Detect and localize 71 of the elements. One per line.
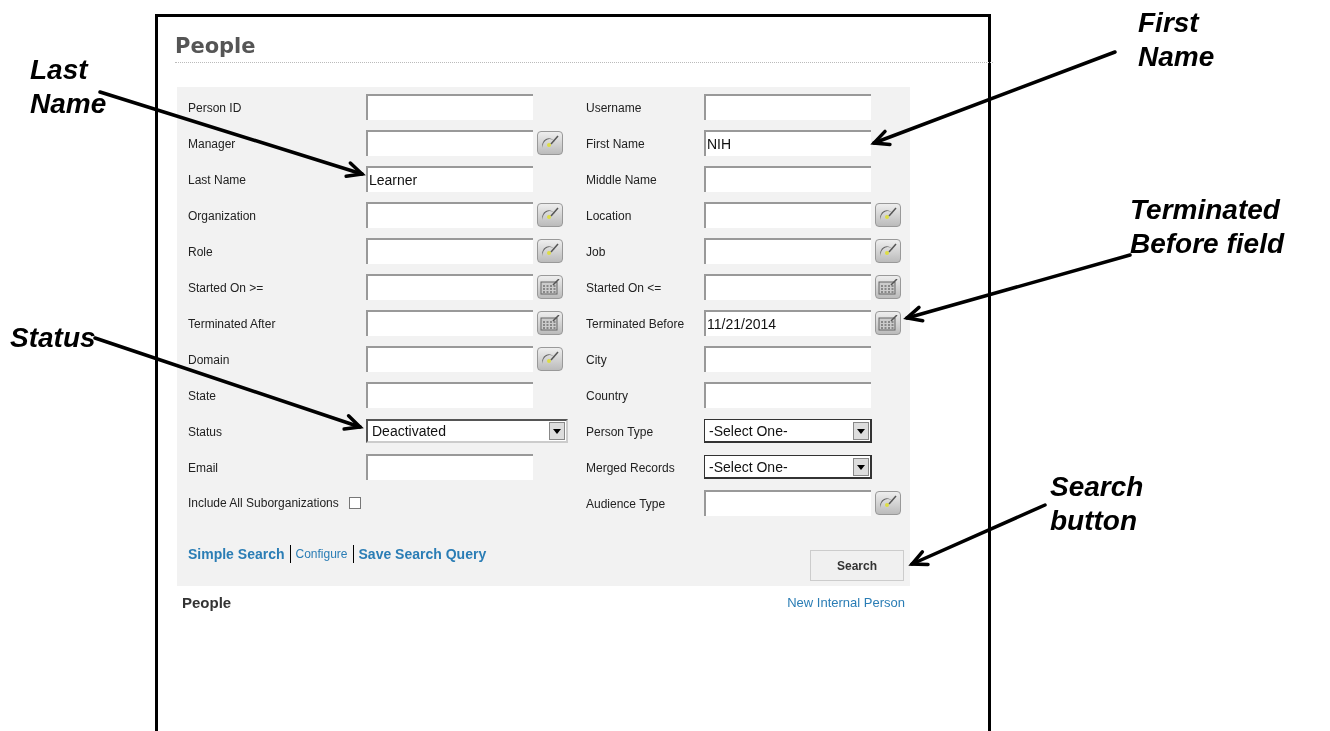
section-title: People [182,594,232,611]
field-label: Country [586,389,629,403]
field-label: Person ID [188,101,242,115]
input-field[interactable] [366,454,533,480]
input-field[interactable] [704,490,871,516]
field-label: Role [188,245,213,259]
dropdown[interactable]: -Select One- [704,419,872,443]
input-field[interactable]: NIH [704,130,871,156]
input-field[interactable]: Learner [366,166,533,192]
link[interactable]: Simple Search [188,546,285,562]
field-label: Terminated Before [586,317,685,331]
link[interactable]: Save Search Query [358,546,487,562]
link[interactable]: Configure [295,547,348,561]
calendar-icon[interactable] [875,275,901,299]
field-label: Started On <= [586,281,662,295]
callout-text: Status [10,321,96,355]
new-person-link[interactable]: New Internal Person [787,595,905,610]
calendar-icon[interactable] [537,275,563,299]
input-field[interactable] [366,346,533,372]
picker-icon[interactable] [537,203,563,227]
picker-icon[interactable] [875,203,901,227]
calendar-icon[interactable] [875,311,901,335]
input-field[interactable] [704,274,871,300]
field-label: Merged Records [586,461,675,475]
field-label: Terminated After [188,317,276,331]
input-field[interactable] [366,382,533,408]
field-label: Manager [188,137,236,151]
field-label: Username [586,101,642,115]
field-label: First Name [586,137,645,151]
input-field[interactable] [704,94,871,120]
input-field[interactable] [366,310,533,336]
search-button[interactable]: Search [810,550,904,581]
field-label: Organization [188,209,257,223]
calendar-icon[interactable] [537,311,563,335]
dropdown[interactable]: Deactivated [366,419,568,443]
field-label: Job [586,245,606,259]
field-label: Email [188,461,218,475]
input-field[interactable] [366,94,533,120]
input-field[interactable] [704,382,871,408]
input-field[interactable] [366,130,533,156]
field-label: City [586,353,607,367]
input-field[interactable] [366,238,533,264]
input-field[interactable] [704,238,871,264]
field-label: Last Name [188,173,247,187]
callout-text: Last Name [30,53,108,121]
field-label: Location [586,209,632,223]
picker-icon[interactable] [537,131,563,155]
field-label: Domain [188,353,230,367]
dropdown[interactable]: -Select One- [704,455,872,479]
picker-icon[interactable] [537,239,563,263]
input-field[interactable] [704,166,871,192]
field-label: Middle Name [586,173,657,187]
input-field[interactable] [704,202,871,228]
picker-icon[interactable] [875,491,901,515]
callout-text: First Name [1138,6,1216,74]
checkbox[interactable] [348,497,361,509]
input-field[interactable] [366,274,533,300]
picker-icon[interactable] [537,347,563,371]
input-field[interactable]: 11/21/2014 [704,310,871,336]
input-field[interactable] [366,202,533,228]
callout-text: Terminated Before field [1130,193,1286,261]
picker-icon[interactable] [875,239,901,263]
field-label: Audience Type [586,497,666,511]
field-label: Started On >= [188,281,264,295]
callout-text: Search button [1050,470,1145,538]
field-label: Status [188,425,223,439]
input-field[interactable] [704,346,871,372]
field-label: Person Type [586,425,654,439]
field-label: State [188,389,217,403]
page-title: People [175,33,256,60]
field-label: Include All Suborganizations [188,496,339,510]
